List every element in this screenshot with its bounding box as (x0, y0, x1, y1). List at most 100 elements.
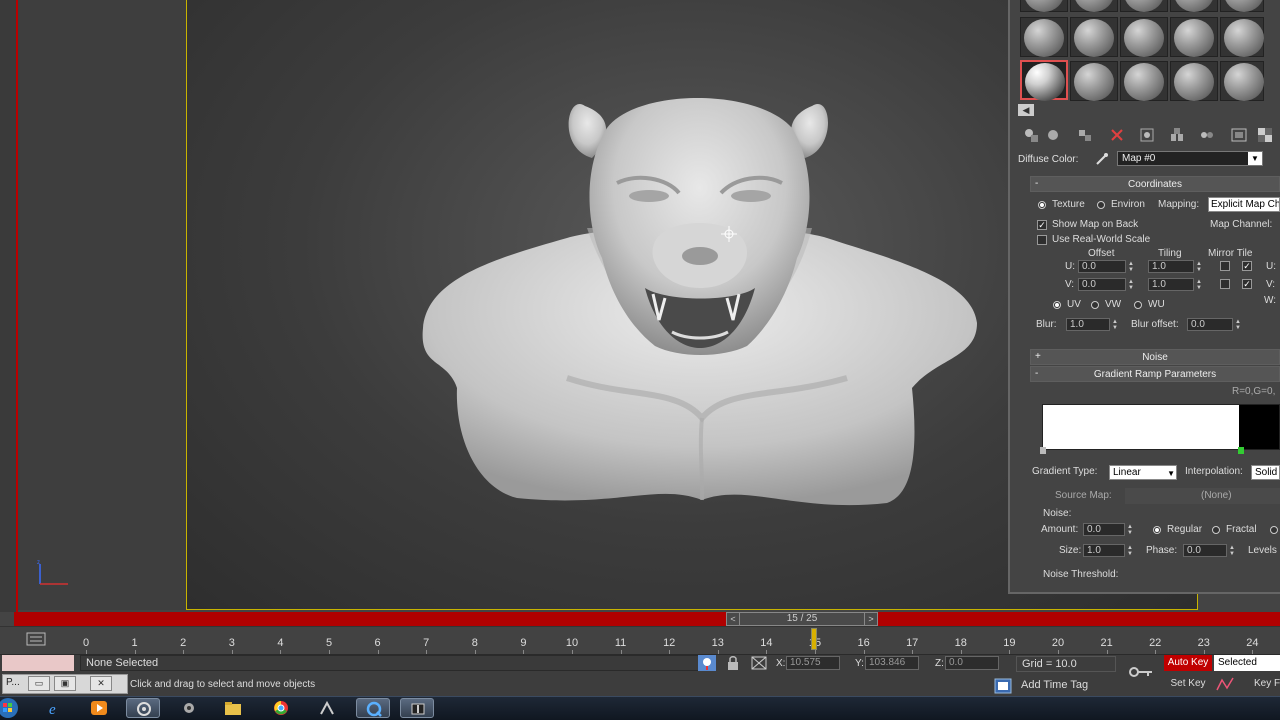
vw-radio[interactable] (1091, 301, 1099, 309)
u-offset-spinner[interactable]: 0.0 ▲ ▼ (1078, 260, 1134, 273)
key-filters-button[interactable]: Key F (1242, 676, 1280, 692)
interpolation-dropdown[interactable]: Solid (1251, 465, 1280, 480)
v-mirror-checkbox[interactable] (1220, 279, 1230, 289)
close-window-button[interactable]: ✕ (90, 676, 112, 691)
internet-explorer-icon: e (49, 702, 56, 716)
size-spinner[interactable]: 1.0 ▲ ▼ (1083, 544, 1133, 557)
material-slot[interactable] (1170, 0, 1218, 12)
source-map-button[interactable]: (None) (1125, 488, 1280, 504)
time-slider-track[interactable] (14, 612, 1280, 626)
show-map-on-back-checkbox[interactable]: ✓ (1037, 220, 1047, 230)
coordinates-rollout-header[interactable]: - Coordinates (1030, 176, 1280, 192)
wu-radio[interactable] (1134, 301, 1142, 309)
show-map-in-viewport-icon[interactable] (1230, 126, 1248, 144)
turbulence-radio[interactable] (1270, 526, 1278, 534)
x-coordinate-field[interactable]: 10.575 (786, 656, 840, 670)
gradient-type-dropdown[interactable]: Linear ▼ (1109, 465, 1177, 480)
v-tile-checkbox[interactable]: ✓ (1242, 279, 1252, 289)
regular-radio[interactable] (1153, 526, 1161, 534)
lock-selection-icon[interactable] (724, 655, 742, 671)
auto-key-button[interactable]: Auto Key (1164, 655, 1212, 671)
time-slider[interactable]: 15 / 25 (726, 612, 878, 626)
isolate-selection-icon[interactable] (698, 655, 716, 671)
v-offset-spinner[interactable]: 0.0 ▲ ▼ (1078, 278, 1134, 291)
taskbar-tool[interactable] (310, 698, 344, 718)
taskbar-ie[interactable]: e (38, 698, 72, 718)
material-slot[interactable] (1070, 0, 1118, 12)
put-to-library-icon[interactable] (1168, 126, 1186, 144)
material-slot[interactable] (1220, 61, 1264, 101)
make-unique-icon[interactable] (1138, 126, 1156, 144)
gradient-ramp-rollout-header[interactable]: - Gradient Ramp Parameters (1030, 366, 1280, 382)
blur-offset-spinner[interactable]: 0.0 ▲ ▼ (1187, 318, 1241, 331)
material-slot[interactable] (1020, 0, 1068, 12)
add-time-tag-button[interactable]: Add Time Tag (1016, 678, 1116, 694)
amount-spinner[interactable]: 0.0 ▲ ▼ (1083, 523, 1133, 536)
texture-radio[interactable] (1038, 201, 1046, 209)
material-slot[interactable] (1120, 61, 1168, 101)
taskbar-media-player[interactable] (82, 698, 116, 718)
absolute-mode-transform-icon[interactable] (750, 655, 768, 671)
spinner-arrows-icon: ▲ ▼ (1128, 261, 1134, 273)
taskbar-recorder[interactable] (400, 698, 434, 718)
material-slot[interactable] (1170, 17, 1218, 57)
use-real-world-scale-checkbox[interactable] (1037, 235, 1047, 245)
gradient-flag-icon[interactable] (1238, 447, 1244, 454)
taskbar-quicktime[interactable] (356, 698, 390, 718)
start-orb-icon[interactable] (0, 697, 22, 719)
default-tangents-icon[interactable] (1216, 676, 1234, 692)
eyedropper-icon[interactable] (1094, 151, 1110, 167)
v-tiling-spinner[interactable]: 1.0 ▲ ▼ (1148, 278, 1202, 291)
timeline-tick-label: 23 (1197, 637, 1210, 649)
material-slot[interactable] (1020, 17, 1068, 57)
fractal-radio[interactable] (1212, 526, 1220, 534)
time-tag-icon[interactable] (994, 678, 1012, 694)
u-mirror-checkbox[interactable] (1220, 261, 1230, 271)
material-effects-channel-icon[interactable] (1198, 126, 1216, 144)
assign-to-selection-icon[interactable] (1076, 126, 1094, 144)
taskbar-explorer[interactable] (216, 698, 250, 718)
set-key-button[interactable]: Set Key (1164, 676, 1212, 692)
current-time-marker[interactable] (811, 628, 817, 650)
y-coordinate-field[interactable]: 103.846 (865, 656, 919, 670)
environ-radio[interactable] (1097, 201, 1105, 209)
material-slot[interactable] (1120, 0, 1168, 12)
u-tile-checkbox[interactable]: ✓ (1242, 261, 1252, 271)
noise-rollout-header[interactable]: + Noise (1030, 349, 1280, 365)
curve-editor-icon[interactable] (26, 632, 46, 646)
put-to-scene-icon[interactable] (1044, 126, 1062, 144)
taskbar-app[interactable] (172, 698, 206, 718)
material-slot[interactable] (1070, 17, 1118, 57)
get-material-icon[interactable] (1022, 126, 1040, 144)
material-slot[interactable] (1070, 61, 1118, 101)
gradient-ramp-bar[interactable] (1042, 404, 1280, 450)
map-name-dropdown[interactable]: Map #0 ▼ (1117, 151, 1263, 166)
z-coordinate-field[interactable]: 0.0 (945, 656, 999, 670)
material-slot[interactable] (1120, 17, 1168, 57)
uv-radio[interactable] (1053, 301, 1061, 309)
material-slot-active[interactable] (1020, 60, 1068, 101)
taskbar-3dsmax[interactable] (126, 698, 160, 718)
maximize-window-icon[interactable]: ▣ (54, 676, 76, 691)
gradient-flag-icon[interactable] (1040, 447, 1046, 454)
restore-window-icon[interactable]: ▭ (28, 676, 50, 691)
show-end-result-icon[interactable] (1256, 126, 1274, 144)
maxscript-listener-input[interactable] (2, 655, 74, 671)
blur-spinner[interactable]: 1.0 ▲ ▼ (1066, 318, 1118, 331)
next-frame-button[interactable]: > (864, 612, 878, 626)
slot-scroll-left-icon[interactable]: ◀ (1018, 104, 1034, 116)
key-mode-selected-dropdown[interactable]: Selected (1214, 655, 1280, 671)
previous-frame-button[interactable]: < (726, 612, 740, 626)
phase-spinner[interactable]: 0.0 ▲ ▼ (1183, 544, 1235, 557)
material-slot[interactable] (1220, 0, 1264, 12)
x-label: X: (776, 658, 786, 669)
material-slot[interactable] (1220, 17, 1264, 57)
taskbar-chrome[interactable] (264, 698, 298, 718)
reset-map-icon[interactable] (1108, 126, 1126, 144)
mapping-dropdown[interactable]: Explicit Map Ch (1208, 197, 1280, 212)
panther-bust-model[interactable] (417, 88, 987, 528)
timeline-tick-label: 14 (760, 637, 773, 649)
set-keys-key-icon[interactable] (1128, 664, 1154, 680)
material-slot[interactable] (1170, 61, 1218, 101)
u-tiling-spinner[interactable]: 1.0 ▲ ▼ (1148, 260, 1202, 273)
